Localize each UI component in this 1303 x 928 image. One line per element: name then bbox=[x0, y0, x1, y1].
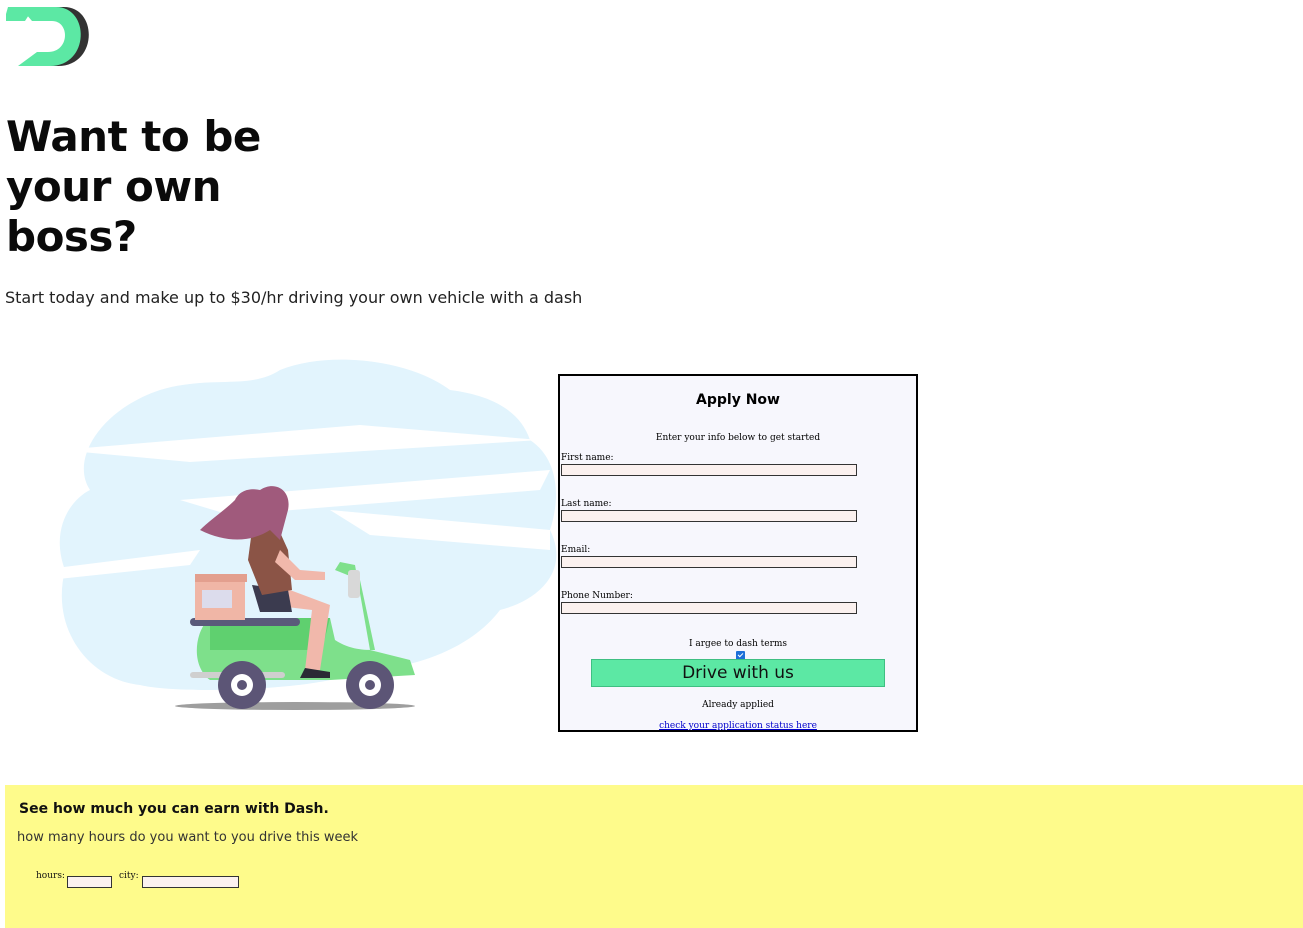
last-name-input[interactable] bbox=[561, 510, 857, 522]
phone-number-input[interactable] bbox=[561, 602, 857, 614]
hero-subtitle: Start today and make up to $30/hr drivin… bbox=[5, 288, 583, 307]
apply-form: Apply Now Enter your info below to get s… bbox=[558, 374, 918, 732]
first-name-label: First name: bbox=[561, 453, 614, 463]
terms-label: I argee to dash terms bbox=[688, 639, 788, 649]
dash-d-logo-icon bbox=[4, 7, 89, 66]
hero-title: Want to be your own boss? bbox=[6, 112, 261, 261]
apply-title: Apply Now bbox=[696, 392, 780, 408]
email-label: Email: bbox=[561, 545, 591, 555]
city-label: city: bbox=[119, 871, 139, 881]
drive-with-us-button[interactable]: Drive with us bbox=[591, 659, 885, 687]
email-input[interactable] bbox=[561, 556, 857, 568]
first-name-input[interactable] bbox=[561, 464, 857, 476]
earnings-section: See how much you can earn with Dash. how… bbox=[5, 785, 1303, 928]
hours-input[interactable] bbox=[67, 876, 112, 888]
city-input[interactable] bbox=[142, 876, 239, 888]
already-applied-text: Already applied bbox=[702, 700, 774, 710]
earnings-title: See how much you can earn with Dash. bbox=[19, 801, 329, 817]
phone-number-label: Phone Number: bbox=[561, 591, 633, 601]
last-name-label: Last name: bbox=[561, 499, 612, 509]
apply-intro: Enter your info below to get started bbox=[655, 433, 821, 443]
scooter-delivery-illustration bbox=[30, 350, 560, 720]
application-status-link[interactable]: check your application status here bbox=[560, 721, 916, 731]
hours-label: hours: bbox=[36, 871, 65, 881]
dash-logo[interactable] bbox=[4, 4, 94, 68]
earnings-subtitle: how many hours do you want to you drive … bbox=[17, 830, 359, 845]
